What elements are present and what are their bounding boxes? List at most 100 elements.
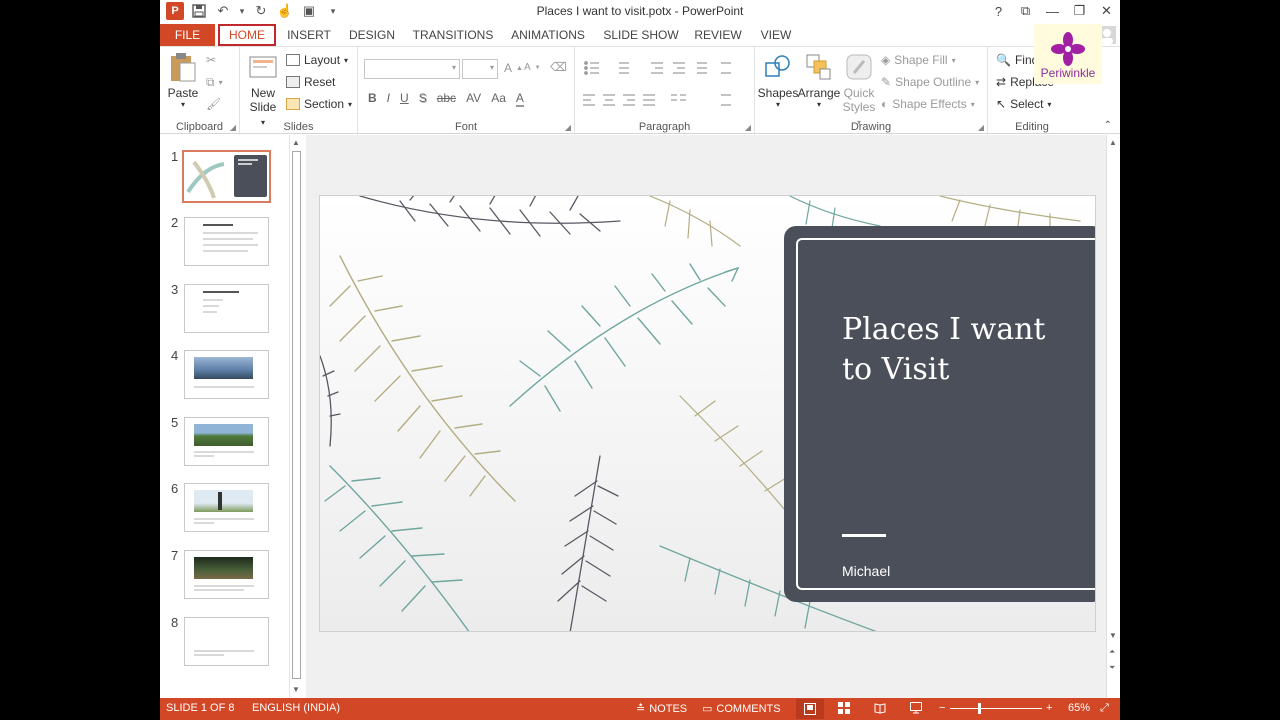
group-drawing: Shapes ▾ Arrange ▾ Quick Styles ▾ ◈ Shape… xyxy=(755,47,988,135)
layout-button[interactable]: Layout ▾ xyxy=(286,53,348,67)
tab-insert[interactable]: INSERT xyxy=(284,24,334,46)
slide-thumbnail-4[interactable] xyxy=(184,350,269,399)
tab-animations[interactable]: ANIMATIONS xyxy=(508,24,588,46)
fit-slide-icon[interactable]: ⤢ xyxy=(1100,702,1109,715)
tab-review[interactable]: REVIEW xyxy=(693,24,743,46)
clipboard-launcher-icon[interactable]: ◢ xyxy=(230,123,236,132)
character-spacing-button[interactable]: AV xyxy=(466,91,481,107)
quick-styles-icon xyxy=(846,54,872,80)
slide-thumbnail-5[interactable] xyxy=(184,417,269,466)
zoom-slider-handle[interactable] xyxy=(978,703,981,714)
paste-button[interactable]: Paste ▾ xyxy=(168,51,198,109)
find-button[interactable]: 🔍 Find xyxy=(996,53,1038,67)
comments-button[interactable]: ▭ COMMENTS xyxy=(702,702,781,716)
reset-button[interactable]: Reset xyxy=(286,75,335,89)
slide-subtitle[interactable]: Michael xyxy=(842,563,890,579)
quick-styles-button[interactable]: Quick Styles ▾ xyxy=(841,51,877,128)
undo-dropdown-icon[interactable]: ▾ xyxy=(238,2,246,20)
thumbnail-caption-line xyxy=(194,386,254,388)
italic-button[interactable]: I xyxy=(387,91,390,107)
slide-thumbnail-3[interactable] xyxy=(184,284,269,333)
reading-view-button[interactable] xyxy=(874,702,886,714)
scroll-down-arrow-icon[interactable]: ▼ xyxy=(1109,631,1117,640)
scrollbar-thumb[interactable] xyxy=(292,151,301,679)
shadow-button[interactable]: S xyxy=(419,91,427,107)
scroll-up-arrow-icon[interactable]: ▲ xyxy=(292,138,300,147)
shape-effects-button[interactable]: ◐ Shape Effects ▾ xyxy=(881,97,975,111)
select-button[interactable]: ↖ Select ▾ xyxy=(996,97,1051,111)
tab-transitions[interactable]: TRANSITIONS xyxy=(412,24,494,46)
undo-icon[interactable]: ↶ xyxy=(214,2,232,20)
tab-slide-show[interactable]: SLIDE SHOW xyxy=(603,24,679,46)
slide-sorter-button[interactable] xyxy=(838,702,850,714)
ribbon-display-options-button[interactable]: ⧉ xyxy=(1012,0,1039,22)
tab-file[interactable]: FILE xyxy=(160,24,215,46)
zoom-level[interactable]: 65% xyxy=(1068,702,1090,714)
font-size-dropdown-icon: ▾ xyxy=(489,63,494,72)
scroll-up-arrow-icon[interactable]: ▲ xyxy=(1109,138,1117,147)
tab-home[interactable]: HOME xyxy=(218,24,276,46)
font-launcher-icon[interactable]: ◢ xyxy=(565,123,571,132)
thumbnail-line xyxy=(203,244,258,246)
bold-button[interactable]: B xyxy=(368,91,377,107)
group-clipboard: Paste ▾ ✂ ⧉ ▾ 🖌 Clipboard ◢ xyxy=(160,47,240,135)
drawing-launcher-icon[interactable]: ◢ xyxy=(978,123,984,132)
font-name-combobox[interactable]: ▾ xyxy=(364,59,460,79)
slide-thumbnail-8[interactable] xyxy=(184,617,269,666)
customize-qat-icon[interactable]: ▾ xyxy=(324,2,342,20)
minimize-button[interactable]: — xyxy=(1039,0,1066,22)
shape-fill-button[interactable]: ◈ Shape Fill ▾ xyxy=(881,53,956,67)
scroll-down-arrow-icon[interactable]: ▼ xyxy=(292,685,300,694)
zoom-out-button[interactable]: − xyxy=(939,702,945,714)
change-case-button[interactable]: Aa xyxy=(491,91,506,107)
normal-view-button[interactable] xyxy=(796,699,824,719)
zoom-slider[interactable] xyxy=(950,708,1042,709)
slide-scrollbar[interactable]: ▲ ▼ ⏶ ⏷ xyxy=(1106,135,1120,698)
group-label-drawing: Drawing xyxy=(850,121,892,133)
font-size-combobox[interactable]: ▾ xyxy=(462,59,498,79)
grow-font-button[interactable]: A ▲ xyxy=(504,61,523,75)
start-presentation-icon[interactable]: ▣ xyxy=(300,2,318,20)
language-indicator[interactable]: ENGLISH (INDIA) xyxy=(252,702,340,714)
font-color-button[interactable]: A xyxy=(515,91,524,107)
shrink-font-button[interactable]: A ▼ xyxy=(524,62,541,73)
redo-icon[interactable]: ↻ xyxy=(252,2,270,20)
current-slide[interactable]: Places I want to Visit Michael xyxy=(319,195,1096,632)
notes-button[interactable]: ≛ NOTES xyxy=(636,702,687,716)
strikethrough-button[interactable]: abc xyxy=(437,91,456,107)
comments-icon: ▭ xyxy=(702,703,713,715)
new-slide-button[interactable]: New Slide ▾ xyxy=(246,51,280,128)
copy-icon[interactable]: ⧉ ▾ xyxy=(206,75,223,90)
section-button[interactable]: Section ▾ xyxy=(286,97,352,111)
previous-slide-icon[interactable]: ⏶ xyxy=(1109,647,1115,657)
cut-icon[interactable]: ✂ xyxy=(206,53,216,67)
close-button[interactable]: ✕ xyxy=(1093,0,1120,22)
shapes-button[interactable]: Shapes ▾ xyxy=(758,51,798,109)
clear-formatting-icon[interactable]: ⌫ xyxy=(550,60,567,74)
tab-view[interactable]: VIEW xyxy=(758,24,794,46)
zoom-in-button[interactable]: + xyxy=(1046,702,1052,714)
restore-button[interactable]: ❐ xyxy=(1066,0,1093,22)
paragraph-icons xyxy=(583,61,731,106)
collapse-ribbon-icon[interactable]: ⌃ xyxy=(1104,120,1112,131)
arrange-button[interactable]: Arrange ▾ xyxy=(798,51,840,109)
paragraph-launcher-icon[interactable]: ◢ xyxy=(745,123,751,132)
thumbnail-caption-line xyxy=(194,455,214,457)
slide-thumbnail-6[interactable] xyxy=(184,483,269,532)
next-slide-icon[interactable]: ⏷ xyxy=(1109,663,1115,673)
slide-thumbnail-2[interactable] xyxy=(184,217,269,266)
shape-outline-button[interactable]: ✎ Shape Outline ▾ xyxy=(881,75,979,89)
powerpoint-app-icon[interactable]: P xyxy=(166,2,184,20)
underline-button[interactable]: U xyxy=(400,91,409,107)
thumbnails-scrollbar[interactable]: ▲ ▼ xyxy=(289,135,303,698)
touch-mode-icon[interactable]: ☝ xyxy=(276,2,294,20)
slide-thumbnail-1[interactable] xyxy=(182,150,271,203)
format-painter-icon[interactable]: 🖌 xyxy=(206,97,221,111)
slide-show-button[interactable] xyxy=(910,702,922,714)
slide-title[interactable]: Places I want to Visit xyxy=(842,310,1082,390)
quick-access-toolbar: P ↶ ▾ ↻ ☝ ▣ ▾ xyxy=(166,2,342,20)
tab-design[interactable]: DESIGN xyxy=(346,24,398,46)
slide-thumbnail-7[interactable] xyxy=(184,550,269,599)
save-icon[interactable] xyxy=(190,2,208,20)
help-button[interactable]: ? xyxy=(985,0,1012,22)
